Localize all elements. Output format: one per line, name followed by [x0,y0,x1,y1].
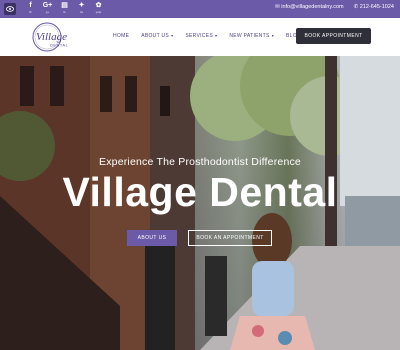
book-appointment-button[interactable]: BOOK APPOINTMENT [296,28,371,44]
yelp-icon: ✿ [95,2,102,9]
nav-item-home[interactable]: HOME [113,33,129,39]
village-dental-logo[interactable]: Village DENTAL [28,20,74,54]
nav-item-new-patients[interactable]: NEW PATIENTS ▾ [229,33,274,39]
social-caption: fb [29,10,32,14]
twitter-icon: ✦ [78,2,85,9]
social-link-twitter[interactable]: ✦ tw [76,2,87,16]
social-link-foursquare[interactable]: ▤ fs [59,2,70,16]
nav-label: HOME [113,33,130,39]
logo-subtext: DENTAL [50,44,68,48]
site-header: Village DENTAL HOME ABOUT US ▾ SERVICES ▾ … [0,18,400,56]
foursquare-icon: ▤ [61,2,68,9]
google-plus-icon: G+ [42,2,53,9]
chevron-down-icon: ▾ [171,33,174,38]
nav-label: SERVICES [185,33,213,39]
chevron-down-icon: ▾ [271,33,274,38]
top-utility-bar: f fb G+ g+ ▤ fs ✦ tw ✿ yelp ✉ info@villa… [0,0,400,18]
nav-item-about-us[interactable]: ABOUT US ▾ [141,33,173,39]
phone-link[interactable]: ✆ 212-645-1024 [354,4,394,10]
social-links: f fb G+ g+ ▤ fs ✦ tw ✿ yelp [25,2,104,16]
phone-icon: ✆ [353,4,359,10]
phone-text: 212-645-1024 [359,4,394,10]
social-caption: yelp [95,10,102,14]
nav-label: ABOUT US [141,33,170,39]
email-link[interactable]: ✉ info@villagedentalny.com [275,4,344,10]
social-link-yelp[interactable]: ✿ yelp [93,2,104,16]
envelope-icon: ✉ [275,4,280,10]
logo-text: Village [36,31,67,43]
nav-label: NEW PATIENTS [229,33,270,39]
book-an-appointment-button[interactable]: BOOK AN APPOINTMENT [188,230,272,246]
social-link-facebook[interactable]: f fb [25,2,36,16]
hero-banner: Experience The Prosthodontist Difference… [0,56,400,350]
logo-mark: Village DENTAL [32,22,68,52]
email-text: info@villagedentalny.com [281,4,344,10]
social-caption: fs [63,10,66,14]
nav-item-services[interactable]: SERVICES ▾ [185,33,217,39]
hero-tagline: Experience The Prosthodontist Difference [99,156,301,168]
about-us-button[interactable]: ABOUT US [127,230,177,246]
social-caption: g+ [45,10,50,14]
eye-icon [6,6,14,12]
hero-title: Village Dental [62,169,338,215]
chevron-down-icon: ▾ [215,33,218,38]
main-nav: HOME ABOUT US ▾ SERVICES ▾ NEW PATIENTS ▾ B… [113,33,313,39]
facebook-icon: f [29,2,32,9]
accessibility-eye-button[interactable] [4,3,16,15]
social-caption: tw [80,10,83,14]
social-link-google-plus[interactable]: G+ g+ [42,2,53,16]
contact-info: ✉ info@villagedentalny.com ✆ 212-645-102… [275,4,394,10]
